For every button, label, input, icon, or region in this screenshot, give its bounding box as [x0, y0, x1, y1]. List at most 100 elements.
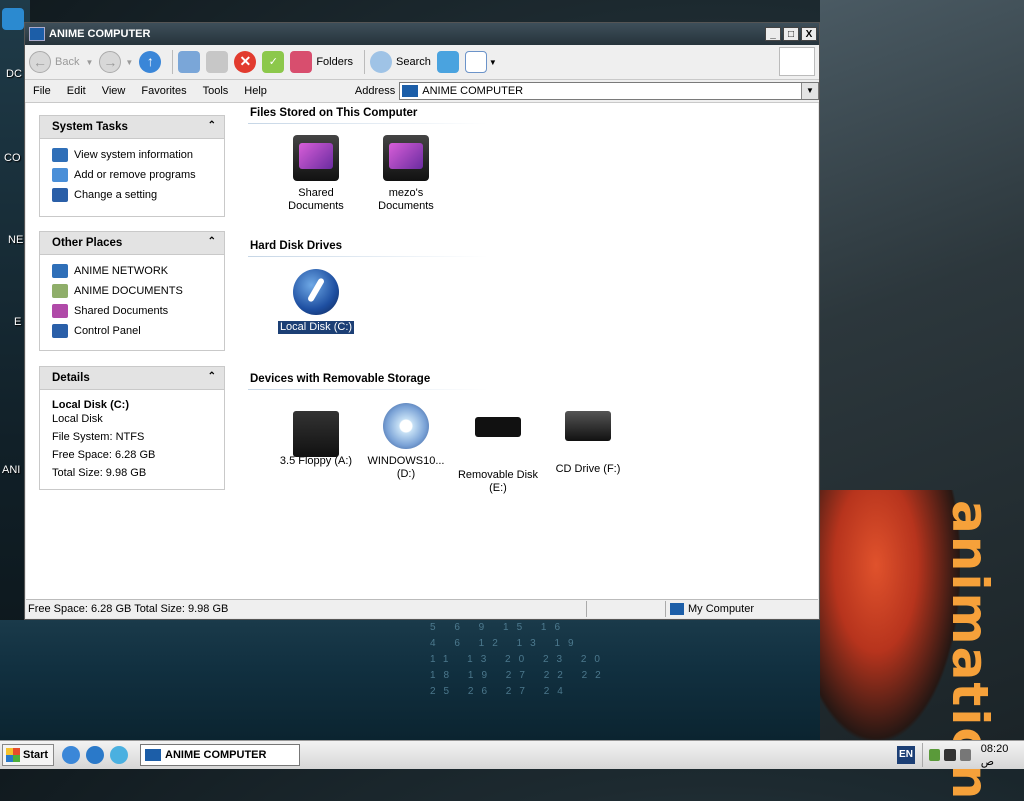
quicklaunch-explorer-icon[interactable]: [62, 746, 80, 764]
cd-drive-f-item[interactable]: CD Drive (F:): [542, 403, 634, 476]
address-bar[interactable]: ANIME COMPUTER ▼: [399, 82, 819, 100]
views-icon: [464, 51, 487, 73]
documents-icon: [52, 284, 68, 298]
address-label: Address: [354, 85, 396, 97]
group-title: Files Stored on This Computer: [250, 107, 418, 119]
place-label: Shared Documents: [74, 305, 169, 317]
start-button[interactable]: Start: [2, 744, 54, 766]
desktop-icon-label[interactable]: NE: [8, 234, 23, 246]
mezos-documents-item[interactable]: mezo's Documents: [360, 135, 452, 213]
task-view-system-info[interactable]: View system information: [52, 145, 224, 165]
wallpaper-text: animation: [941, 500, 999, 801]
group-divider: [248, 256, 488, 257]
undo-button[interactable]: ✓: [262, 51, 285, 73]
collapse-chevron-icon[interactable]: ⌃: [208, 236, 216, 247]
views-button[interactable]: ▼: [464, 51, 497, 73]
windows-logo-icon: [779, 47, 815, 76]
place-label: ANIME DOCUMENTS: [74, 285, 183, 297]
task-add-remove-programs[interactable]: Add or remove programs: [52, 165, 224, 185]
delete-icon: ✕: [234, 51, 257, 73]
item-label: Local Disk (C:): [277, 321, 355, 334]
place-shared-documents[interactable]: Shared Documents: [52, 301, 224, 321]
computer-icon: [402, 85, 419, 97]
close-button[interactable]: X: [801, 27, 817, 41]
taskbar-button-anime-computer[interactable]: ANIME COMPUTER: [140, 744, 300, 766]
up-arrow-icon: ↑: [139, 51, 162, 73]
chevron-down-icon: ▼: [488, 57, 497, 67]
toolbar-separator: [364, 50, 365, 74]
tray-safe-remove-icon[interactable]: [929, 749, 941, 761]
monitor-icon: [52, 148, 68, 162]
wallpaper-calendar-numbers: 5 6 9 15 16 4 6 12 13 19 11 13 20 23 20 18 …: [430, 622, 609, 697]
item-label: WINDOWS10...: [367, 455, 445, 467]
desktop-icon-label[interactable]: ANI: [2, 464, 20, 476]
detail-free-space: Free Space: 6.28 GB: [52, 449, 156, 461]
detail-file-system: File System: NTFS: [52, 431, 145, 443]
chevron-down-icon[interactable]: ▼: [801, 83, 818, 99]
delete-button[interactable]: ✕: [234, 51, 257, 73]
panel-title: Other Places: [52, 237, 123, 249]
panel-title: Details: [52, 372, 90, 384]
explorer-window: ANIME COMPUTER _ □ X ← Back ▼ → ▼ ↑ ✕ ✓ …: [24, 22, 820, 620]
usb-drive-icon: [475, 417, 521, 463]
title-bar[interactable]: ANIME COMPUTER _ □ X: [25, 23, 819, 45]
tray-volume-icon[interactable]: [959, 749, 971, 761]
quicklaunch-media-icon[interactable]: [110, 746, 128, 764]
menu-file[interactable]: File: [25, 85, 59, 97]
place-anime-network[interactable]: ANIME NETWORK: [52, 261, 224, 281]
forward-button[interactable]: → ▼: [99, 51, 133, 73]
copy-to-icon: [206, 51, 229, 73]
computer-icon: [670, 603, 684, 615]
chevron-down-icon[interactable]: ▼: [125, 58, 133, 67]
language-indicator[interactable]: EN: [897, 746, 915, 764]
floppy-a-item[interactable]: 3.5 Floppy (A:): [270, 403, 362, 468]
floppy-drive-icon: [293, 411, 339, 457]
back-button[interactable]: ← Back ▼: [29, 51, 93, 73]
copy-to-button[interactable]: [206, 51, 229, 73]
place-control-panel[interactable]: Control Panel: [52, 321, 224, 341]
quicklaunch-ie-icon[interactable]: [86, 746, 104, 764]
menu-favorites[interactable]: Favorites: [133, 85, 194, 97]
cd-drive-icon: [565, 411, 611, 457]
desktop-icon-label[interactable]: DC: [6, 68, 22, 80]
properties-button[interactable]: [436, 51, 459, 73]
clock[interactable]: 08:20 ص: [981, 743, 1022, 768]
menu-help[interactable]: Help: [236, 85, 275, 97]
details-header[interactable]: Details ⌃: [40, 367, 224, 390]
group-divider: [248, 123, 488, 124]
menu-edit[interactable]: Edit: [59, 85, 94, 97]
item-label: mezo's: [388, 187, 424, 199]
maximize-button[interactable]: □: [783, 27, 799, 41]
move-to-button[interactable]: [178, 51, 201, 73]
desktop-icon-label[interactable]: CO: [4, 152, 21, 164]
chevron-down-icon[interactable]: ▼: [85, 58, 93, 67]
desktop-icon-label[interactable]: E: [14, 316, 21, 328]
desktop-disc-icon[interactable]: [2, 8, 24, 30]
item-label: Removable Disk: [457, 469, 539, 481]
system-tasks-header[interactable]: System Tasks ⌃: [40, 116, 224, 139]
folders-button[interactable]: Folders: [290, 51, 353, 73]
shared-documents-item[interactable]: Shared Documents: [270, 135, 362, 213]
other-places-header[interactable]: Other Places ⌃: [40, 232, 224, 255]
local-disk-c-item[interactable]: Local Disk (C:): [270, 269, 362, 334]
windows-flag-icon: [6, 748, 20, 762]
folder-icon: [383, 135, 429, 181]
other-places-panel: Other Places ⌃ ANIME NETWORK ANIME DOCUM…: [39, 231, 225, 351]
tray-network-icon[interactable]: [944, 749, 956, 761]
menu-view[interactable]: View: [94, 85, 134, 97]
place-anime-documents[interactable]: ANIME DOCUMENTS: [52, 281, 224, 301]
search-button[interactable]: Search: [370, 51, 431, 73]
folders-label: Folders: [316, 56, 353, 68]
collapse-chevron-icon[interactable]: ⌃: [208, 120, 216, 131]
control-panel-icon: [52, 324, 68, 338]
system-tray: 08:20 ص: [922, 743, 1022, 768]
windows10-d-item[interactable]: WINDOWS10... (D:): [360, 403, 452, 481]
up-button[interactable]: ↑: [139, 51, 162, 73]
collapse-chevron-icon[interactable]: ⌃: [208, 371, 216, 382]
minimize-button[interactable]: _: [765, 27, 781, 41]
network-icon: [52, 264, 68, 278]
task-change-setting[interactable]: Change a setting: [52, 185, 224, 205]
task-label: Change a setting: [74, 189, 158, 201]
menu-tools[interactable]: Tools: [195, 85, 237, 97]
removable-disk-e-item[interactable]: Removable Disk (E:): [452, 403, 544, 495]
